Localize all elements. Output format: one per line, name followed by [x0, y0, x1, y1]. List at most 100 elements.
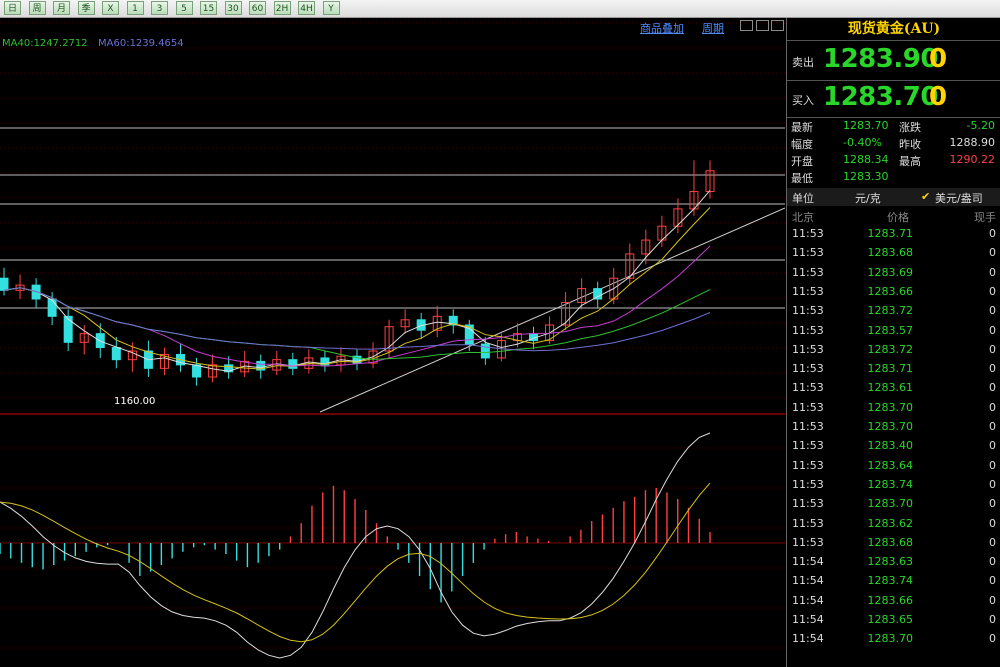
tick-price: 1283.66: [867, 284, 914, 298]
ma60-line: [3, 287, 711, 352]
unit-alt-option[interactable]: 美元/盎司: [935, 190, 983, 206]
tick-volume: 0: [989, 420, 996, 433]
tick-time: 11:53: [792, 265, 824, 279]
high-label: 最高: [899, 155, 921, 168]
panel-title: 现货黄金(AU): [787, 18, 1000, 41]
close-icon[interactable]: [771, 20, 784, 31]
tick-time: 11:53: [792, 323, 824, 337]
unit-bar: 单位 元/克 ✔ 美元/盎司: [787, 188, 1000, 206]
tick-time: 11:53: [792, 439, 824, 453]
tick-volume: 0: [989, 284, 996, 298]
low-price-annotation: 1160.00: [114, 396, 156, 407]
candle-body: [288, 359, 298, 369]
unit-value[interactable]: 元/克: [855, 190, 881, 206]
tick-time: 11:53: [792, 535, 824, 549]
period-button[interactable]: 周: [28, 1, 46, 15]
tick-row: 11:54 1283.66 0: [787, 594, 1000, 613]
tick-price: 1283.57: [867, 323, 914, 337]
tick-row: 11:53 1283.68 0: [787, 246, 1000, 265]
period-link[interactable]: 周期: [702, 20, 724, 36]
tick-price: 1283.70: [867, 497, 914, 511]
tick-time: 11:54: [792, 613, 824, 626]
tick-price: 1283.68: [867, 246, 914, 260]
change-label: 涨跌: [899, 121, 921, 134]
period-button[interactable]: 60: [249, 1, 266, 15]
sell-row: 卖出 1283.90 0: [787, 42, 1000, 78]
candle-body: [192, 364, 202, 378]
tick-row: 11:53 1283.57 0: [787, 324, 1000, 343]
tick-volume: 0: [989, 497, 996, 511]
tick-row: 11:54 1283.70 0: [787, 632, 1000, 651]
tick-time: 11:53: [792, 477, 824, 491]
tick-row: 11:54 1283.63 0: [787, 555, 1000, 574]
tick-row: 11:53 1283.74 0: [787, 478, 1000, 497]
tick-time: 11:53: [792, 227, 824, 240]
tick-time: 11:53: [792, 362, 824, 376]
tick-volume: 0: [989, 246, 996, 260]
dif-line: [0, 432, 711, 659]
tick-volume: 0: [989, 516, 996, 530]
tick-price: 1283.62: [867, 516, 914, 530]
buy-price: 1283.70: [823, 82, 938, 112]
sell-label: 卖出: [792, 56, 814, 69]
tick-time: 11:53: [792, 246, 824, 260]
period-button[interactable]: Y: [322, 1, 340, 15]
tick-time: 11:53: [792, 284, 824, 298]
tick-row: 11:53 1283.69 0: [787, 266, 1000, 285]
latest-label: 最新: [791, 121, 813, 134]
amplitude-label: 幅度: [791, 138, 813, 151]
change-value: -5.20: [966, 119, 995, 132]
tick-volume: 0: [989, 362, 996, 376]
tick-row: 11:53 1283.70 0: [787, 497, 1000, 516]
kline-chart: [0, 22, 785, 659]
unit-label: 单位: [792, 192, 814, 205]
tick-volume: 0: [989, 439, 996, 453]
high-value: 1290.22: [949, 153, 996, 166]
header-city: 北京: [792, 211, 814, 224]
restore-icon[interactable]: [740, 20, 753, 31]
buy-volume: 0: [929, 82, 948, 112]
tick-volume: 0: [989, 381, 996, 395]
chart-area: MA40:1247.2712 MA60:1239.4654 商品叠加 周期 11…: [0, 18, 785, 667]
tick-row: 11:53 1283.70 0: [787, 401, 1000, 420]
tick-row: 11:53 1283.68 0: [787, 536, 1000, 555]
tick-row: 11:53 1283.66 0: [787, 285, 1000, 304]
period-button[interactable]: 日: [4, 1, 21, 15]
tick-time: 11:53: [792, 381, 824, 395]
tick-row: 11:54 1283.65 0: [787, 613, 1000, 632]
candle-body: [593, 288, 603, 300]
tick-price: 1283.70: [867, 632, 914, 646]
tick-row: 11:53 1283.64 0: [787, 459, 1000, 478]
overlay-link[interactable]: 商品叠加: [640, 20, 684, 36]
period-button[interactable]: 15: [200, 1, 217, 15]
period-button[interactable]: 1: [126, 1, 144, 15]
low-value: 1283.30: [843, 170, 889, 183]
ticks-header: 北京 价格 现手: [787, 207, 1000, 224]
tick-time: 11:53: [792, 304, 824, 318]
candle-body: [47, 298, 57, 317]
sell-price: 1283.90: [823, 44, 938, 74]
period-button[interactable]: 30: [224, 1, 242, 15]
period-button[interactable]: X: [102, 1, 119, 15]
tick-price: 1283.65: [867, 613, 914, 626]
tick-time: 11:54: [792, 555, 824, 569]
tick-price: 1283.61: [867, 381, 914, 395]
period-button[interactable]: 3: [151, 1, 168, 15]
prev-close-label: 昨收: [899, 138, 921, 151]
period-button[interactable]: 2H: [273, 1, 291, 15]
period-button[interactable]: 4H: [298, 1, 315, 15]
tick-volume: 0: [989, 342, 996, 356]
period-button[interactable]: 5: [175, 1, 193, 15]
tick-time: 11:54: [792, 593, 824, 607]
tick-volume: 0: [989, 535, 996, 549]
maximize-icon[interactable]: [756, 20, 769, 31]
candle-body: [63, 315, 73, 343]
open-value: 1288.34: [843, 153, 889, 166]
period-button[interactable]: 月: [53, 1, 70, 15]
tick-row: 11:53 1283.71 0: [787, 362, 1000, 381]
period-button[interactable]: 季: [77, 1, 95, 15]
open-label: 开盘: [791, 155, 813, 168]
sell-volume: 0: [929, 44, 948, 74]
tick-price: 1283.71: [867, 362, 914, 376]
candle-body: [0, 277, 9, 291]
